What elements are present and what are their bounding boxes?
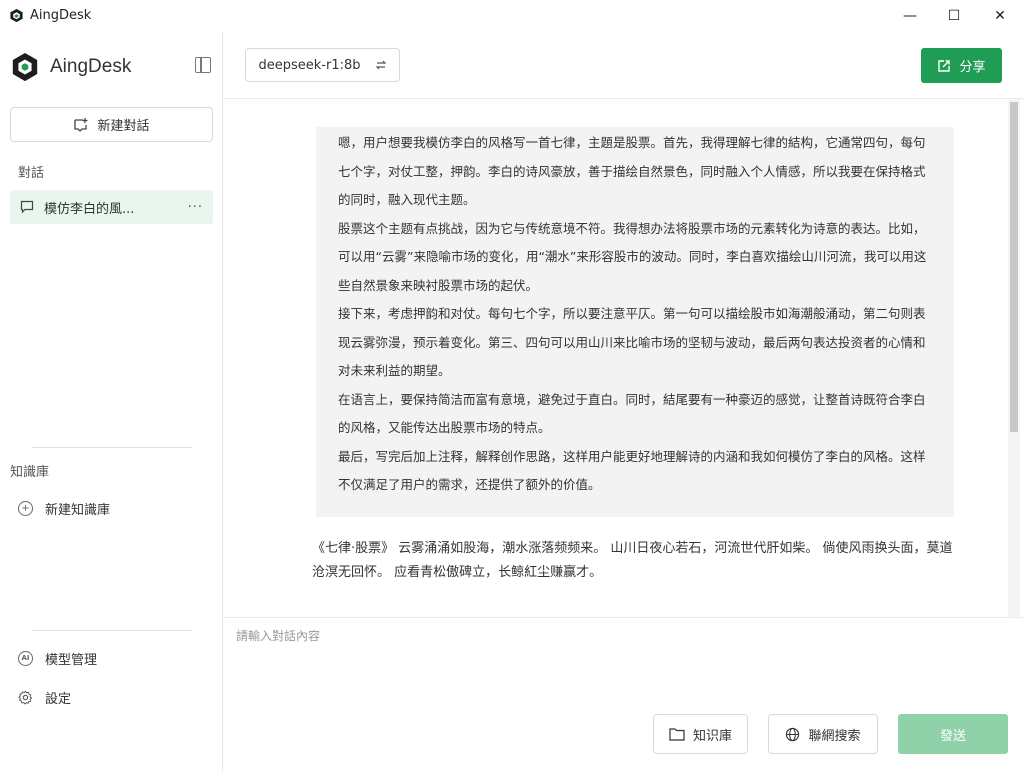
thinking-paragraph: 股票这个主题有点挑战，因为它与传统意境不符。我得想办法将股票市场的元素转化为诗意…: [338, 220, 927, 293]
sidebar-collapse-icon[interactable]: [195, 57, 211, 73]
share-label: 分享: [959, 60, 986, 75]
divider: [32, 447, 192, 448]
main-panel: deepseek-r1:8b 分享 嗯，用户想要我模仿李白的风格写一首七律，主題…: [224, 32, 1024, 772]
thinking-paragraph: 最后，写完后加上注释，解释创作思路，这样用户能更好地理解诗的内涵和我如何模仿了李…: [338, 448, 926, 493]
new-chat-label: 新建對話: [97, 119, 150, 134]
aingdesk-logo-icon: [12, 52, 38, 82]
thinking-paragraph: 在语言上，要保持简洁而富有意境，避免过于直白。同时，結尾要有一种豪迈的感觉，让整…: [338, 391, 926, 436]
sidebar: AingDesk 新建對話 對話 模仿李白的風... ··· 知識庫 + 新建知…: [0, 32, 223, 772]
chat-area: 嗯，用户想要我模仿李白的风格写一首七律，主題是股票。首先，我得理解七律的結构，它…: [224, 99, 1024, 617]
share-button[interactable]: 分享: [921, 48, 1002, 83]
input-divider: [224, 617, 1024, 618]
new-chat-icon: [74, 117, 88, 132]
conversations-heading: 對話: [18, 166, 45, 181]
globe-icon: [786, 727, 800, 741]
thinking-paragraph: 嗯，用户想要我模仿李白的风格写一首七律，主題是股票。首先，我得理解七律的結构，它…: [338, 135, 926, 207]
brand-name: AingDesk: [50, 56, 132, 77]
new-knowledge-label: 新建知識庫: [45, 503, 111, 518]
send-button[interactable]: 發送: [898, 714, 1008, 754]
gear-icon: [18, 690, 33, 705]
window-title: AingDesk: [30, 8, 92, 23]
model-selector[interactable]: deepseek-r1:8b: [245, 48, 400, 82]
maximize-button[interactable]: ☐: [931, 0, 977, 32]
knowledge-base-label: 知识庫: [692, 728, 732, 744]
minimize-button[interactable]: —: [887, 0, 933, 32]
settings-button[interactable]: 設定: [18, 688, 71, 707]
web-search-button[interactable]: 聯網搜索: [768, 714, 878, 754]
title-bar: AingDesk — ☐ ✕: [0, 0, 1024, 32]
divider: [32, 630, 192, 631]
model-management-button[interactable]: AI 模型管理: [18, 649, 97, 668]
new-knowledge-button[interactable]: + 新建知識庫: [18, 499, 110, 518]
scrollbar-thumb[interactable]: [1010, 102, 1018, 432]
message-input[interactable]: 請輸入對話內容: [236, 627, 996, 644]
assistant-answer: 《七律·股票》 云雾涌涌如股海，潮水涨落频频来。 山川日夜心若石，河流世代肝如柴…: [312, 541, 953, 580]
new-chat-button[interactable]: 新建對話: [10, 107, 213, 142]
chat-bubble-icon: [20, 200, 34, 214]
knowledge-heading: 知識庫: [10, 465, 50, 480]
aingdesk-logo-icon: [10, 8, 23, 23]
model-management-label: 模型管理: [45, 653, 98, 668]
settings-label: 設定: [45, 692, 72, 707]
thinking-block: 嗯，用户想要我模仿李白的风格写一首七律，主題是股票。首先，我得理解七律的結构，它…: [316, 127, 954, 517]
knowledge-base-button[interactable]: 知识庫: [653, 714, 748, 754]
conversation-item[interactable]: 模仿李白的風... ···: [10, 190, 213, 224]
thinking-paragraph: 接下来，考虑押韵和对仗。每句七个字，所以要注意平仄。第一句可以描绘股市如海潮般涌…: [338, 306, 926, 378]
web-search-label: 聯網搜索: [808, 728, 861, 744]
conversation-title: 模仿李白的風...: [44, 201, 135, 217]
share-icon: [938, 59, 951, 72]
swap-icon: [375, 60, 386, 70]
plus-circle-icon: +: [18, 501, 33, 516]
brand: AingDesk: [10, 52, 131, 82]
model-name: deepseek-r1:8b: [258, 57, 361, 73]
folder-icon: [669, 728, 685, 741]
more-options-icon[interactable]: ···: [188, 200, 203, 215]
close-button[interactable]: ✕: [977, 0, 1023, 32]
ai-model-icon: AI: [18, 651, 33, 666]
